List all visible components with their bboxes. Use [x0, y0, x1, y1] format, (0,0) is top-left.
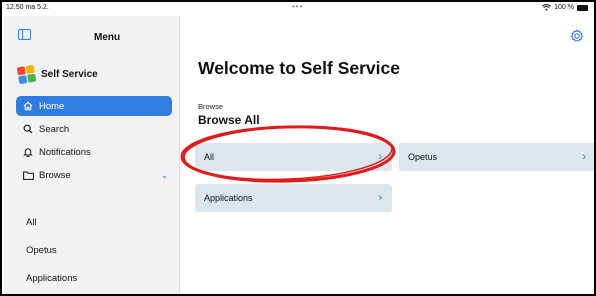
status-time: 12.50 ma 5.2.	[6, 4, 49, 11]
chevron-right-icon: ›	[378, 192, 382, 204]
gear-icon[interactable]	[569, 29, 584, 44]
browse-card-all[interactable]: All ›	[195, 143, 392, 171]
browse-card-applications[interactable]: Applications ›	[195, 184, 392, 212]
folder-icon	[21, 171, 35, 180]
bell-icon	[21, 147, 35, 157]
sidebar-header: Menu	[4, 16, 180, 48]
sidebar-item-label: Notifications	[39, 146, 91, 158]
sidebar-item-search[interactable]: Search	[16, 119, 172, 139]
house-icon	[21, 101, 35, 111]
sidebar-item-label: Browse	[39, 169, 71, 181]
chevron-down-icon[interactable]: ⌄	[160, 170, 168, 181]
app-window: 12.50 ma 5.2. ••• 100 % Menu Self Servic…	[0, 0, 596, 296]
card-label: Opetus	[408, 152, 438, 162]
sidebar-item-browse[interactable]: Browse ⌄	[16, 165, 172, 185]
sidebar-subitem-opetus[interactable]: Opetus	[26, 240, 57, 260]
brand-name: Self Service	[41, 69, 98, 80]
wifi-icon	[542, 4, 552, 11]
page-title: Welcome to Self Service	[198, 58, 400, 78]
battery-icon	[577, 4, 588, 11]
status-right: 100 %	[542, 4, 588, 11]
card-label: All	[204, 152, 215, 162]
sidebar-subitem-applications[interactable]: Applications	[26, 268, 77, 288]
sidebar-item-label: Search	[39, 123, 70, 135]
section-label: Browse	[198, 102, 224, 111]
chevron-right-icon: ›	[378, 151, 382, 163]
self-service-logo	[16, 64, 37, 85]
browse-card-opetus[interactable]: Opetus ›	[399, 143, 594, 171]
brand: Self Service	[16, 64, 98, 85]
sidebar-subitem-all[interactable]: All	[26, 212, 37, 232]
sidebar-item-label: Home	[39, 100, 65, 112]
chevron-right-icon: ›	[582, 151, 586, 163]
sidebar-item-home[interactable]: Home	[16, 96, 172, 116]
card-label: Applications	[204, 193, 253, 203]
battery-percent: 100 %	[554, 4, 574, 11]
sidebar-toggle-icon[interactable]	[18, 29, 31, 40]
sidebar-item-notifications[interactable]: Notifications	[16, 142, 172, 162]
magnifier-icon	[21, 124, 35, 134]
sidebar-title: Menu	[94, 32, 121, 43]
sidebar: Menu Self Service Home Search Notificati…	[4, 16, 180, 294]
status-bar: 12.50 ma 5.2. ••• 100 %	[2, 2, 594, 16]
section-title: Browse All	[198, 113, 260, 127]
multitasking-dots[interactable]: •••	[292, 2, 303, 11]
